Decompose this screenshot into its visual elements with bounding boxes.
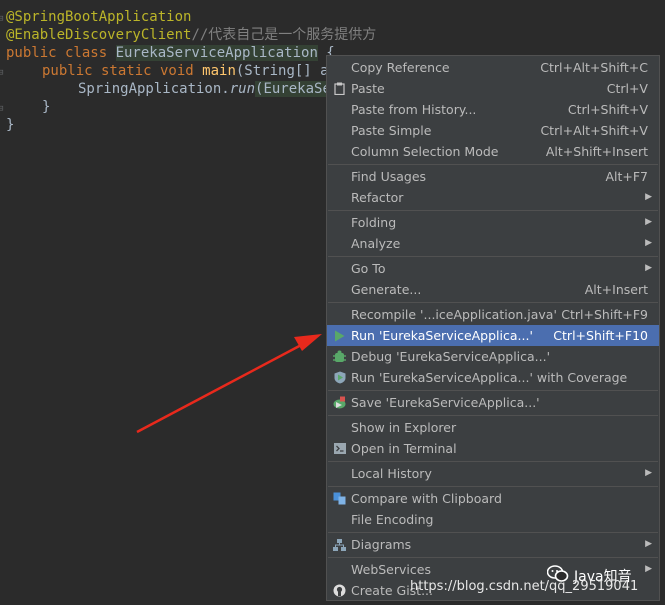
menu-separator bbox=[328, 164, 658, 165]
menu-item-compare-with-clipboard[interactable]: Compare with Clipboard bbox=[327, 488, 659, 509]
coverage-icon bbox=[333, 371, 346, 384]
terminal-icon bbox=[333, 442, 346, 455]
menu-item-paste-from-history[interactable]: Paste from History... Ctrl+Shift+V bbox=[327, 99, 659, 120]
save-config-icon bbox=[333, 396, 346, 409]
menu-item-label: Analyze bbox=[351, 236, 401, 251]
menu-separator bbox=[328, 390, 658, 391]
menu-item-label: Diagrams bbox=[351, 537, 412, 552]
menu-separator bbox=[328, 532, 658, 533]
menu-item-label: Open in Terminal bbox=[351, 441, 457, 456]
watermark: Java知音 https://blog.csdn.net/qq_29519041 bbox=[410, 564, 665, 600]
menu-item-label: Save 'EurekaServiceApplica...' bbox=[351, 395, 540, 410]
menu-item-shortcut: Ctrl+Alt+Shift+C bbox=[540, 60, 648, 75]
menu-separator bbox=[328, 486, 658, 487]
menu-item-shortcut: Alt+F7 bbox=[605, 169, 648, 184]
submenu-arrow-icon: ▶ bbox=[645, 238, 652, 248]
menu-separator bbox=[328, 210, 658, 211]
menu-separator bbox=[328, 557, 658, 558]
menu-item-shortcut: Ctrl+Shift+V bbox=[567, 102, 648, 117]
menu-item-label: Local History bbox=[351, 466, 432, 481]
menu-item-generate[interactable]: Generate... Alt+Insert bbox=[327, 279, 659, 300]
menu-separator bbox=[328, 461, 658, 462]
menu-item-folding[interactable]: Folding ▶ bbox=[327, 212, 659, 233]
github-icon bbox=[333, 584, 346, 597]
menu-item-refactor[interactable]: Refactor ▶ bbox=[327, 187, 659, 208]
context-menu: Copy Reference Ctrl+Alt+Shift+C Paste Ct… bbox=[326, 55, 660, 601]
menu-item-label: Compare with Clipboard bbox=[351, 491, 502, 506]
menu-item-find-usages[interactable]: Find Usages Alt+F7 bbox=[327, 166, 659, 187]
menu-item-open-in-terminal[interactable]: Open in Terminal bbox=[327, 438, 659, 459]
menu-item-save-configuration[interactable]: Save 'EurekaServiceApplica...' bbox=[327, 392, 659, 413]
menu-item-paste-simple[interactable]: Paste Simple Ctrl+Alt+Shift+V bbox=[327, 120, 659, 141]
compare-icon bbox=[333, 492, 346, 505]
menu-item-local-history[interactable]: Local History ▶ bbox=[327, 463, 659, 484]
submenu-arrow-icon: ▶ bbox=[645, 217, 652, 227]
menu-item-label: Refactor bbox=[351, 190, 404, 205]
menu-item-label: Run 'EurekaServiceApplica...' bbox=[351, 328, 533, 343]
menu-item-label: File Encoding bbox=[351, 512, 434, 527]
menu-item-label: Debug 'EurekaServiceApplica...' bbox=[351, 349, 551, 364]
submenu-arrow-icon: ▶ bbox=[645, 192, 652, 202]
menu-item-shortcut: Ctrl+Shift+F10 bbox=[553, 328, 648, 343]
menu-item-shortcut: Alt+Insert bbox=[584, 282, 648, 297]
menu-item-analyze[interactable]: Analyze ▶ bbox=[327, 233, 659, 254]
menu-item-file-encoding[interactable]: File Encoding bbox=[327, 509, 659, 530]
menu-item-paste[interactable]: Paste Ctrl+V bbox=[327, 78, 659, 99]
menu-item-show-in-explorer[interactable]: Show in Explorer bbox=[327, 417, 659, 438]
menu-item-column-selection-mode[interactable]: Column Selection Mode Alt+Shift+Insert bbox=[327, 141, 659, 162]
menu-item-recompile[interactable]: Recompile '...iceApplication.java' Ctrl+… bbox=[327, 304, 659, 325]
menu-item-shortcut: Ctrl+V bbox=[606, 81, 648, 96]
submenu-arrow-icon: ▶ bbox=[645, 468, 652, 478]
menu-item-shortcut: Alt+Shift+Insert bbox=[545, 144, 648, 159]
menu-item-label: Generate... bbox=[351, 282, 422, 297]
menu-item-label: Go To bbox=[351, 261, 386, 276]
menu-item-label: Paste bbox=[351, 81, 385, 96]
menu-item-run-with-coverage[interactable]: Run 'EurekaServiceApplica...' with Cover… bbox=[327, 367, 659, 388]
watermark-url: https://blog.csdn.net/qq_29519041 bbox=[410, 579, 639, 594]
submenu-arrow-icon: ▶ bbox=[645, 539, 652, 549]
menu-item-label: Find Usages bbox=[351, 169, 427, 184]
menu-item-label: Run 'EurekaServiceApplica...' with Cover… bbox=[351, 370, 628, 385]
menu-item-run[interactable]: Run 'EurekaServiceApplica...' Ctrl+Shift… bbox=[327, 325, 659, 346]
menu-item-copy-reference[interactable]: Copy Reference Ctrl+Alt+Shift+C bbox=[327, 57, 659, 78]
menu-item-go-to[interactable]: Go To ▶ bbox=[327, 258, 659, 279]
debug-icon bbox=[333, 350, 346, 363]
menu-item-shortcut: Ctrl+Alt+Shift+V bbox=[540, 123, 648, 138]
menu-item-label: Paste from History... bbox=[351, 102, 477, 117]
menu-item-label: Show in Explorer bbox=[351, 420, 457, 435]
menu-item-debug[interactable]: Debug 'EurekaServiceApplica...' bbox=[327, 346, 659, 367]
menu-separator bbox=[328, 256, 658, 257]
menu-item-shortcut: Ctrl+Shift+F9 bbox=[561, 307, 648, 322]
menu-item-label: Column Selection Mode bbox=[351, 144, 499, 159]
clipboard-icon bbox=[333, 82, 346, 95]
menu-item-label: Paste Simple bbox=[351, 123, 432, 138]
submenu-arrow-icon: ▶ bbox=[645, 263, 652, 273]
menu-item-diagrams[interactable]: Diagrams ▶ bbox=[327, 534, 659, 555]
menu-separator bbox=[328, 302, 658, 303]
menu-item-label: Copy Reference bbox=[351, 60, 450, 75]
run-icon bbox=[333, 329, 346, 342]
menu-separator bbox=[328, 415, 658, 416]
diagram-icon bbox=[333, 538, 346, 551]
menu-item-label: Recompile '...iceApplication.java' bbox=[351, 307, 557, 322]
menu-item-label: Folding bbox=[351, 215, 397, 230]
